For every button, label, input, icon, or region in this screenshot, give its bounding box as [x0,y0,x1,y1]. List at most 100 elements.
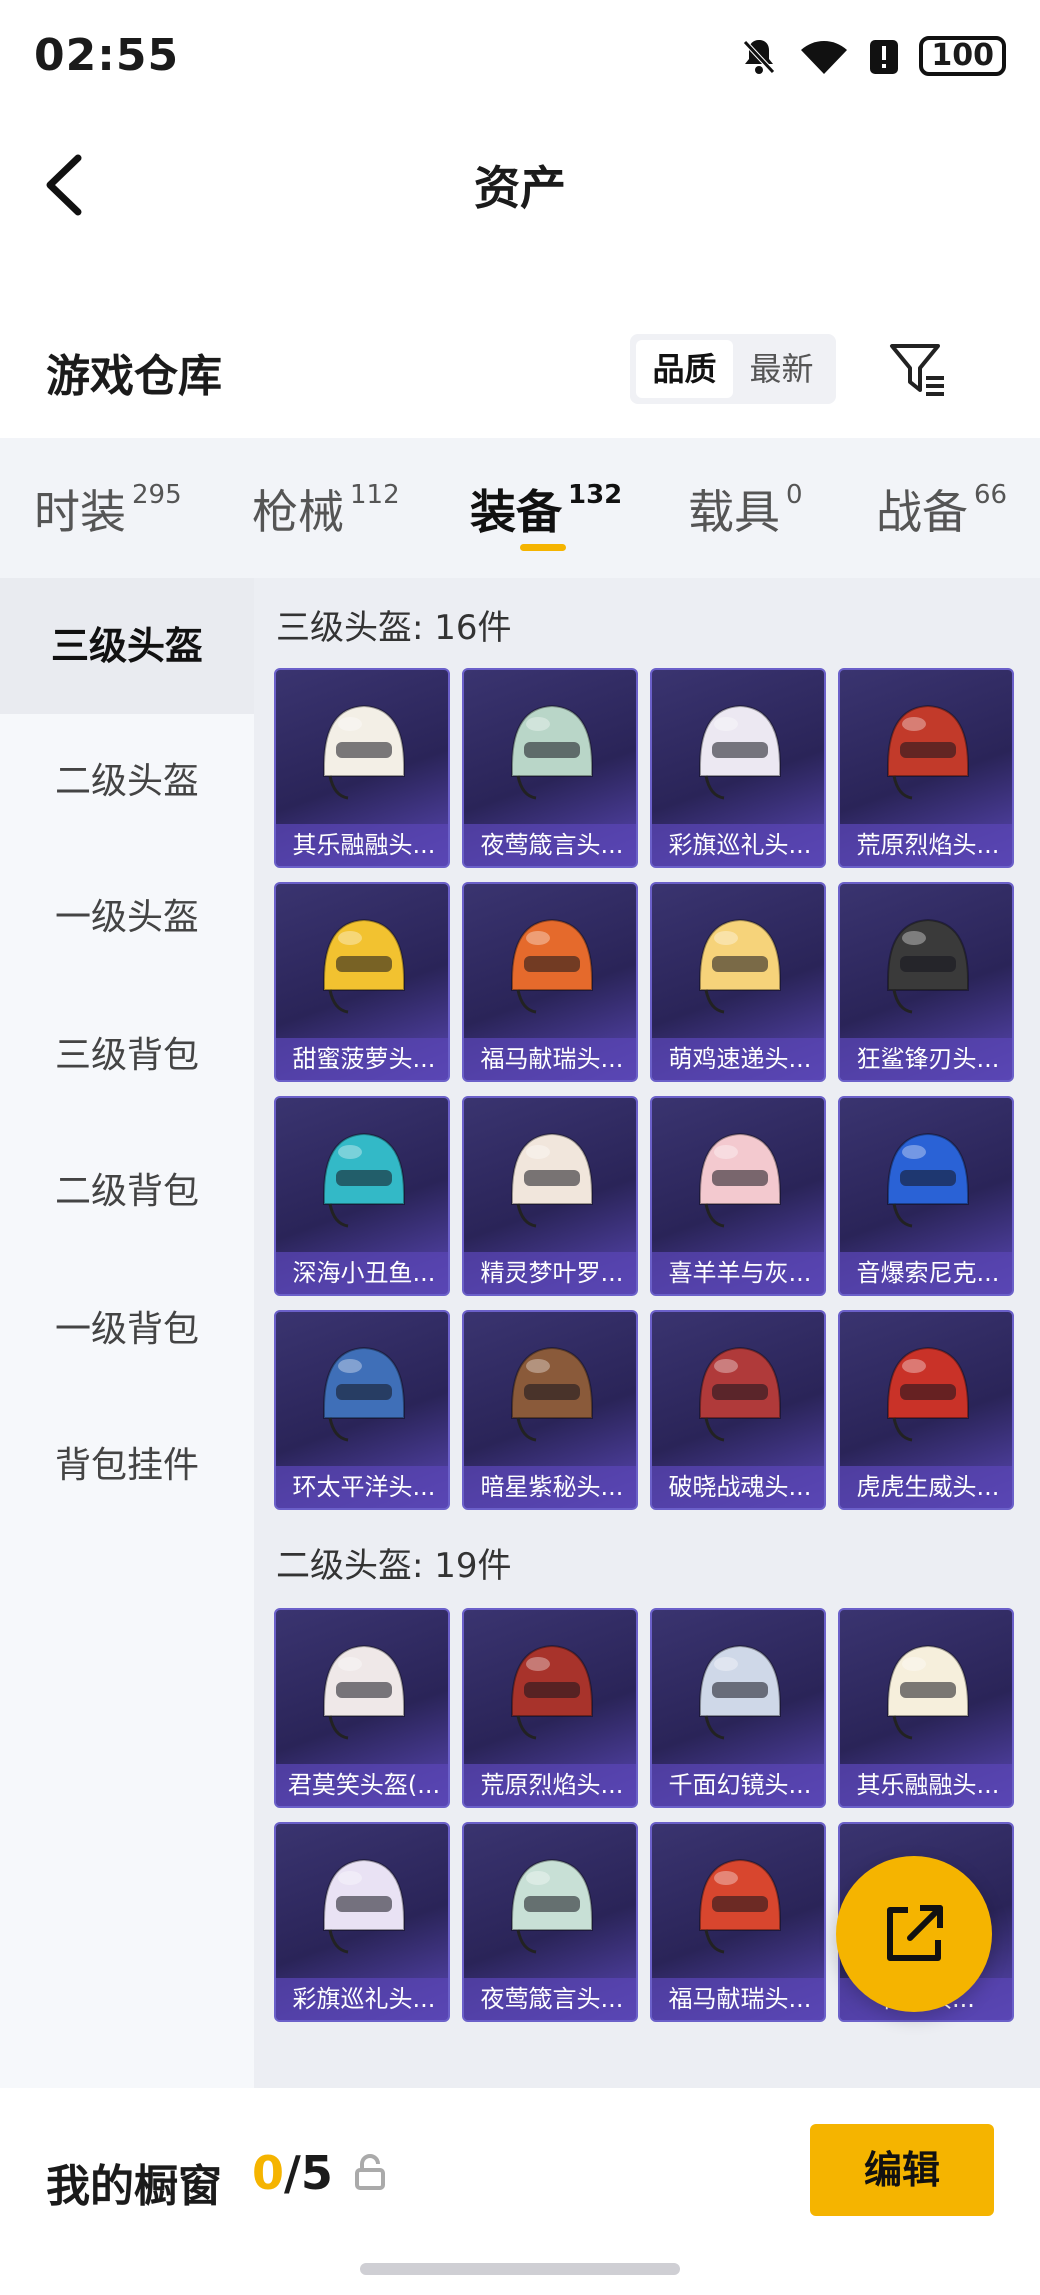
item-card[interactable]: 环太平洋头... [274,1310,450,1510]
item-card[interactable]: 荒原烈焰头... [838,668,1014,868]
tab-vehicles[interactable]: 载具 0 [688,476,803,542]
tab-count: 0 [786,480,803,510]
wifi-icon [801,41,848,74]
item-name: 喜羊羊与灰... [652,1252,824,1294]
share-icon [887,1905,943,1961]
item-name: 萌鸡速递头... [652,1038,824,1080]
helmet-image [323,1346,405,1442]
item-name: 君莫笑头盔(... [276,1764,448,1806]
helmet-image [887,918,969,1014]
showcase-current: 0 [252,2146,285,2200]
item-card[interactable]: 其乐融融头... [274,668,450,868]
helmet-image [699,704,781,800]
sidebar-item-level1-helmet[interactable]: 一级头盔 [0,850,254,986]
tab-equipment[interactable]: 装备 132 [470,476,622,542]
item-card[interactable]: 福马献瑞头... [650,1822,826,2022]
item-name: 夜莺箴言头... [464,824,636,866]
helmet-image [699,1132,781,1228]
item-name: 彩旗巡礼头... [652,824,824,866]
sidebar-item-backpack-charm[interactable]: 背包挂件 [0,1398,254,1534]
status-time: 02:55 [34,30,180,81]
tab-count: 112 [350,480,400,510]
item-card[interactable]: 千面幻镜头... [650,1608,826,1808]
helmet-image [699,1858,781,1954]
sort-latest-option[interactable]: 最新 [733,340,830,398]
item-card[interactable]: 破晓战魂头... [650,1310,826,1510]
sidebar-item-level2-helmet[interactable]: 二级头盔 [0,714,254,850]
group-title: 三级头盔: 16件 [276,608,512,648]
helmet-image [511,1644,593,1740]
sidebar-item-level2-backpack[interactable]: 二级背包 [0,1124,254,1260]
category-tabbar: 时装 295 枪械 112 装备 132 载具 0 战备 66 [0,438,1040,578]
item-name: 福马献瑞头... [652,1978,824,2020]
item-card[interactable]: 其乐融融头... [838,1608,1014,1808]
alert-icon [870,40,899,74]
battery-indicator: 100 [919,36,1006,76]
item-name: 精灵梦叶罗... [464,1252,636,1294]
item-card[interactable]: 甜蜜菠萝头... [274,882,450,1082]
bell-off-icon [743,40,776,74]
item-card[interactable]: 喜羊羊与灰... [650,1096,826,1296]
item-card[interactable]: 暗星紫秘头... [462,1310,638,1510]
sidebar-item-level3-backpack[interactable]: 三级背包 [0,988,254,1124]
edit-button[interactable]: 编辑 [810,2124,994,2216]
helmet-image [323,1132,405,1228]
helmet-image [699,1346,781,1442]
helmet-image [323,704,405,800]
helmet-image [887,704,969,800]
item-card[interactable]: 福马献瑞头... [462,882,638,1082]
item-name: 甜蜜菠萝头... [276,1038,448,1080]
tab-label: 枪械 [252,485,344,539]
item-name: 夜莺箴言头... [464,1978,636,2020]
page-title: 资产 [474,161,566,215]
tab-label: 载具 [688,485,780,539]
tab-supplies[interactable]: 战备 66 [876,476,1007,542]
helmet-image [323,1644,405,1740]
tab-fashion[interactable]: 时装 295 [34,476,182,542]
item-name: 千面幻镜头... [652,1764,824,1806]
item-card[interactable]: 夜莺箴言头... [462,668,638,868]
item-name: 狂鲨锋刃头... [840,1038,1012,1080]
item-name: 福马献瑞头... [464,1038,636,1080]
home-indicator [360,2263,680,2275]
item-card[interactable]: 彩旗巡礼头... [650,668,826,868]
tab-guns[interactable]: 枪械 112 [252,476,400,542]
item-name: 荒原烈焰头... [464,1764,636,1806]
showcase-label: 我的橱窗 [46,2161,222,2212]
item-card[interactable]: 彩旗巡礼头... [274,1822,450,2022]
item-card[interactable]: 君莫笑头盔(... [274,1608,450,1808]
filter-icon [890,344,944,396]
status-bar: 02:55 100 [0,0,1040,120]
share-button[interactable] [836,1856,992,2012]
helmet-image [511,1858,593,1954]
helmet-image [699,918,781,1014]
item-name: 荒原烈焰头... [840,824,1012,866]
helmet-image [323,1858,405,1954]
item-name: 环太平洋头... [276,1466,448,1508]
item-card[interactable]: 深海小丑鱼... [274,1096,450,1296]
item-card[interactable]: 萌鸡速递头... [650,882,826,1082]
warehouse-title: 游戏仓库 [46,351,222,402]
filter-button[interactable] [888,340,948,400]
item-card[interactable]: 狂鲨锋刃头... [838,882,1014,1082]
group-title: 二级头盔: 19件 [276,1546,512,1586]
sort-quality-option[interactable]: 品质 [636,340,733,398]
helmet-image [511,1132,593,1228]
showcase-count: 0/5 [252,2146,333,2200]
sidebar-item-level1-backpack[interactable]: 一级背包 [0,1262,254,1398]
active-tab-indicator [520,544,566,551]
item-card[interactable]: 荒原烈焰头... [462,1608,638,1808]
item-card[interactable]: 虎虎生威头... [838,1310,1014,1510]
item-card[interactable]: 夜莺箴言头... [462,1822,638,2022]
sort-toggle: 品质 最新 [630,334,836,404]
item-card[interactable]: 音爆索尼克... [838,1096,1014,1296]
helmet-image [699,1644,781,1740]
helmet-image [887,1346,969,1442]
helmet-image [323,918,405,1014]
item-card[interactable]: 精灵梦叶罗... [462,1096,638,1296]
sidebar-item-level3-helmet[interactable]: 三级头盔 [0,578,254,714]
tab-label: 时装 [34,485,126,539]
helmet-image [511,918,593,1014]
lock-icon [355,2154,385,2190]
tab-label: 装备 [470,485,562,539]
